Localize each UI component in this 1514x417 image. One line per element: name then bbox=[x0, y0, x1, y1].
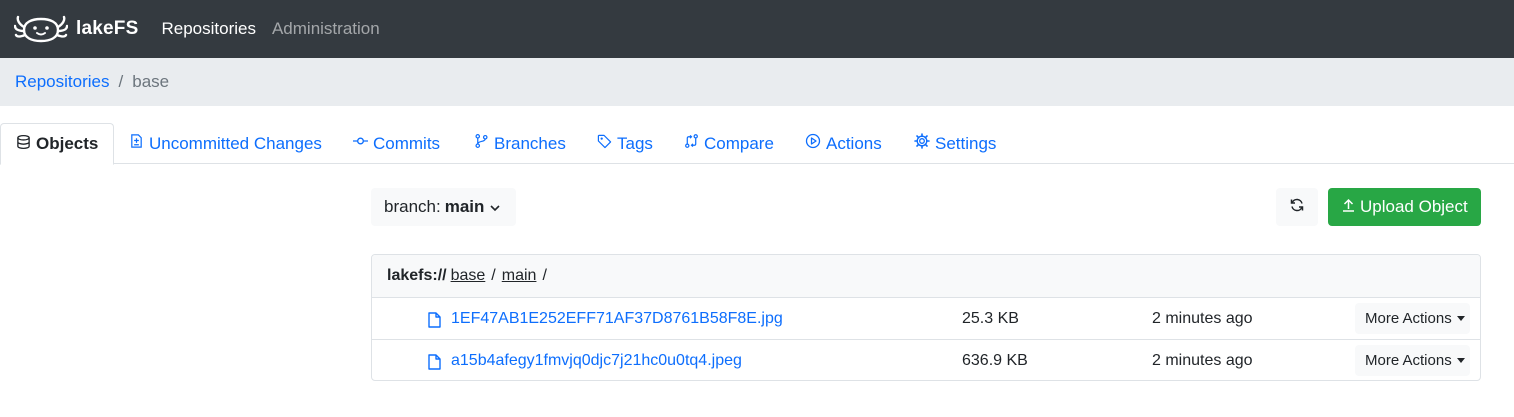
table-row: a15b4afegy1fmvjq0djc7j21hc0u0tq4.jpeg 63… bbox=[372, 340, 1480, 380]
object-name-link[interactable]: 1EF47AB1E252EFF71AF37D8761B58F8E.jpg bbox=[451, 310, 783, 328]
breadcrumb: Repositories / base bbox=[0, 58, 1514, 106]
caret-down-icon bbox=[1456, 358, 1465, 363]
brand[interactable]: lakeFS bbox=[14, 14, 138, 44]
breadcrumb-current-repo: base bbox=[132, 72, 170, 91]
tab-label: Compare bbox=[704, 133, 774, 153]
branch-selector-button[interactable]: branch: main bbox=[371, 188, 516, 226]
file-diff-icon bbox=[129, 133, 149, 154]
breadcrumb-separator: / bbox=[118, 72, 124, 91]
axolotl-logo-icon bbox=[14, 14, 68, 44]
caret-down-icon bbox=[1456, 316, 1465, 321]
tab-label: Actions bbox=[826, 133, 882, 153]
object-size: 25.3 KB bbox=[962, 310, 1019, 327]
breadcrumb-repositories[interactable]: Repositories bbox=[15, 72, 110, 92]
git-commit-icon bbox=[353, 133, 373, 154]
branch-name: main bbox=[444, 197, 485, 216]
path-separator: / bbox=[491, 267, 496, 284]
object-size: 636.9 KB bbox=[962, 352, 1028, 369]
upload-icon bbox=[1342, 197, 1360, 217]
object-modified: 2 minutes ago bbox=[1152, 310, 1253, 327]
tab-objects[interactable]: Objects bbox=[0, 123, 115, 165]
database-icon bbox=[16, 134, 36, 155]
tab-label: Uncommitted Changes bbox=[149, 133, 322, 153]
repo-tabs: Objects Uncommitted Changes Commits Bran… bbox=[0, 123, 1514, 165]
tab-branches[interactable]: Branches bbox=[474, 123, 566, 164]
top-navbar: lakeFS Repositories Administration bbox=[0, 0, 1514, 58]
tab-label: Commits bbox=[373, 133, 441, 153]
git-compare-icon bbox=[684, 133, 704, 154]
tab-label: Objects bbox=[36, 134, 99, 153]
tab-compare[interactable]: Compare bbox=[684, 123, 774, 164]
path-header: lakefs:// base / main / bbox=[372, 255, 1480, 298]
path-ref-link[interactable]: main bbox=[502, 267, 537, 285]
gear-icon bbox=[914, 133, 935, 154]
nav-repositories[interactable]: Repositories bbox=[161, 19, 256, 39]
file-icon bbox=[428, 312, 441, 333]
more-actions-label: More Actions bbox=[1365, 310, 1452, 327]
upload-object-button[interactable]: Upload Object bbox=[1328, 188, 1481, 226]
table-row: 1EF47AB1E252EFF71AF37D8761B58F8E.jpg 25.… bbox=[372, 298, 1480, 340]
object-modified: 2 minutes ago bbox=[1152, 352, 1253, 369]
tab-settings[interactable]: Settings bbox=[914, 123, 996, 164]
play-icon bbox=[805, 133, 826, 154]
more-actions-button[interactable]: More Actions bbox=[1355, 303, 1470, 334]
objects-table: lakefs:// base / main / 1EF47AB1E252EFF7… bbox=[371, 254, 1481, 381]
tab-label: Tags bbox=[617, 133, 653, 153]
branch-prefix: branch: bbox=[384, 197, 441, 216]
chevron-down-icon bbox=[489, 199, 501, 219]
brand-name: lakeFS bbox=[76, 18, 139, 39]
tab-actions[interactable]: Actions bbox=[805, 123, 882, 164]
more-actions-label: More Actions bbox=[1365, 352, 1452, 369]
refresh-button[interactable] bbox=[1276, 188, 1318, 226]
tab-tags[interactable]: Tags bbox=[597, 123, 653, 164]
path-protocol: lakefs:// bbox=[387, 267, 447, 284]
upload-label: Upload Object bbox=[1360, 197, 1468, 216]
file-icon bbox=[428, 354, 441, 375]
tab-commits[interactable]: Commits bbox=[353, 123, 440, 164]
tab-label: Settings bbox=[935, 133, 997, 153]
tag-icon bbox=[597, 133, 617, 154]
more-actions-button[interactable]: More Actions bbox=[1355, 345, 1470, 376]
git-branch-icon bbox=[474, 133, 494, 154]
path-repo-link[interactable]: base bbox=[451, 267, 486, 285]
path-trailing-separator: / bbox=[542, 267, 547, 284]
tab-label: Branches bbox=[494, 133, 566, 153]
tab-uncommitted-changes[interactable]: Uncommitted Changes bbox=[129, 123, 322, 164]
nav-administration[interactable]: Administration bbox=[272, 19, 380, 39]
object-name-link[interactable]: a15b4afegy1fmvjq0djc7j21hc0u0tq4.jpeg bbox=[451, 352, 742, 370]
refresh-icon bbox=[1289, 197, 1305, 218]
